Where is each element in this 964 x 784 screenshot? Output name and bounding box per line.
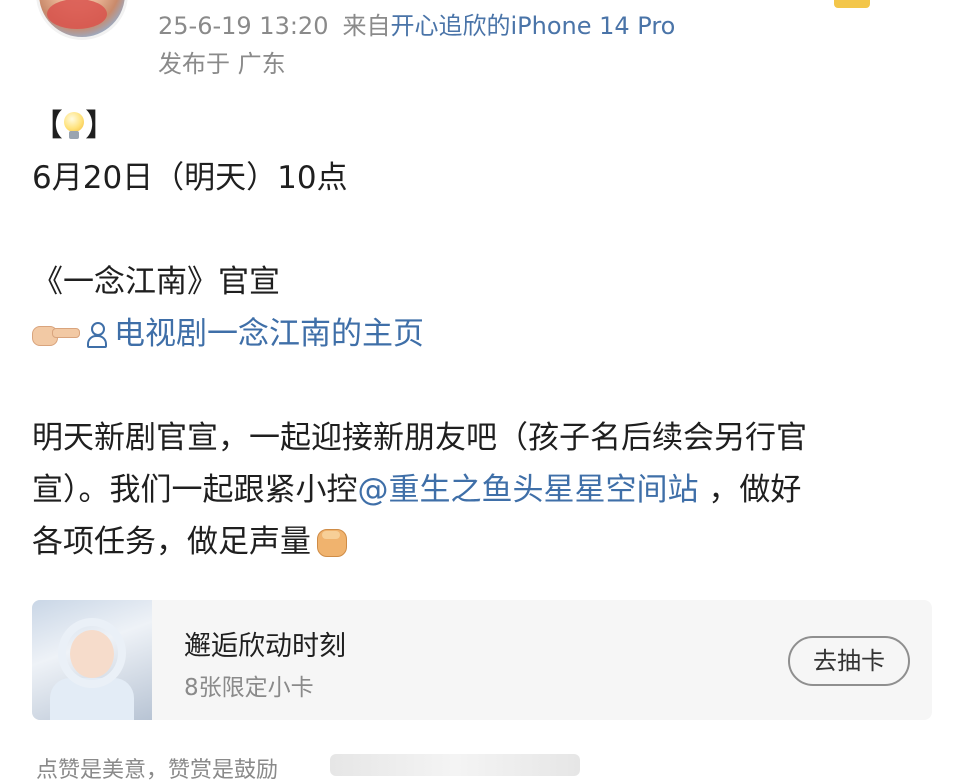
source-prefix: 来自 xyxy=(342,12,391,40)
paragraph-line-1: 明天新剧官宣，一起迎接新朋友吧（孩子名后续会另行官 xyxy=(32,420,807,456)
post-location: 发布于 广东 xyxy=(158,50,286,78)
post-meta: 25-6-19 13:20 来自开心追欣的iPhone 14 Pro xyxy=(158,6,675,41)
card-thumbnail xyxy=(32,600,152,720)
draw-card-button[interactable]: 去抽卡 xyxy=(788,636,910,686)
user-icon xyxy=(86,321,108,348)
blurred-content xyxy=(330,754,580,776)
card-title: 邂逅欣动时刻 xyxy=(184,631,346,662)
post-body: 【】 6月20日（明天）10点 《一念江南》官宣 电视剧一念江南的主页 明天新剧… xyxy=(32,100,932,568)
paragraph-line-3: 各项任务，做足声量 xyxy=(32,516,932,568)
card-draw-promo[interactable]: 邂逅欣动时刻 8张限定小卡 去抽卡 xyxy=(32,600,932,720)
badge-decoration xyxy=(834,0,870,8)
device-model[interactable]: iPhone 14 Pro xyxy=(510,12,675,40)
post-timestamp: 25-6-19 13:20 xyxy=(158,12,329,40)
weibo-post-page: 25-6-19 13:20 来自开心追欣的iPhone 14 Pro 发布于 广东… xyxy=(0,0,964,784)
bulb-line: 【】 xyxy=(32,100,932,152)
fist-icon xyxy=(315,525,347,557)
pointing-hand-icon xyxy=(32,320,80,346)
paragraph-text: ，做好 xyxy=(698,472,802,508)
title-line: 《一念江南》官宣 xyxy=(32,264,280,300)
paragraph-text: 各项任务，做足声量 xyxy=(32,524,311,560)
avatar-decoration xyxy=(47,0,107,29)
device-source-link[interactable]: 开心追欣的 xyxy=(390,12,510,40)
date-line: 6月20日（明天）10点 xyxy=(32,160,348,196)
paragraph-text: 宣）。我们一起跟紧小控 xyxy=(32,472,358,508)
author-avatar[interactable] xyxy=(36,0,128,40)
bracket-close: 】 xyxy=(85,108,116,144)
lightbulb-icon xyxy=(63,112,85,140)
homepage-link[interactable]: 电视剧一念江南的主页 xyxy=(114,316,424,352)
bracket-open: 【 xyxy=(32,108,63,144)
user-mention-link[interactable]: @重生之鱼头星星空间站 xyxy=(358,472,699,508)
card-subtitle: 8张限定小卡 xyxy=(184,675,314,701)
homepage-link-line[interactable]: 电视剧一念江南的主页 xyxy=(32,308,932,360)
paragraph-line-2: 宣）。我们一起跟紧小控@重生之鱼头星星空间站 ，做好 xyxy=(32,464,932,516)
reward-note: 点赞是美意，赞赏是鼓励 xyxy=(36,758,279,783)
